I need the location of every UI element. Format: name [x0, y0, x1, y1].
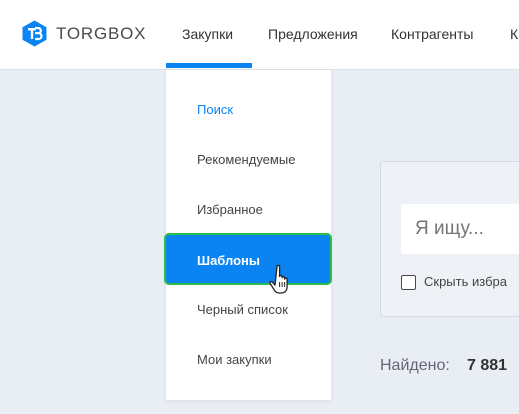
top-navigation-bar: TORGBOX Закупки Предложения Контрагенты …	[0, 0, 519, 70]
hand-pointer-cursor-icon	[269, 264, 288, 294]
brand-name[interactable]: TORGBOX	[56, 24, 146, 44]
nav-item-offers[interactable]: Предложения	[268, 26, 358, 42]
dropdown-item-recommended[interactable]: Рекомендуемые	[166, 135, 331, 185]
purchases-dropdown-menu: Поиск Рекомендуемые Избранное Шаблоны Че…	[164, 70, 332, 400]
dropdown-item-my-purchases[interactable]: Мои закупки	[166, 335, 331, 385]
active-nav-underline	[166, 63, 252, 68]
hide-favorites-checkbox[interactable]	[401, 275, 416, 290]
nav-item-purchases[interactable]: Закупки	[182, 26, 233, 42]
dropdown-item-blacklist[interactable]: Черный список	[166, 285, 331, 335]
nav-item-truncated[interactable]: К	[510, 26, 518, 42]
dropdown-item-templates[interactable]: Шаблоны	[164, 233, 332, 285]
results-found-count: 7 881	[467, 357, 508, 374]
tb-logo-icon[interactable]	[21, 20, 48, 47]
dropdown-item-favorites[interactable]: Избранное	[166, 185, 331, 235]
hide-favorites-label[interactable]: Скрыть избра	[424, 274, 507, 289]
search-input[interactable]	[401, 204, 519, 254]
dropdown-item-search[interactable]: Поиск	[166, 85, 331, 135]
results-found-label: Найдено:	[380, 357, 450, 374]
nav-item-counterparties[interactable]: Контрагенты	[391, 26, 473, 42]
